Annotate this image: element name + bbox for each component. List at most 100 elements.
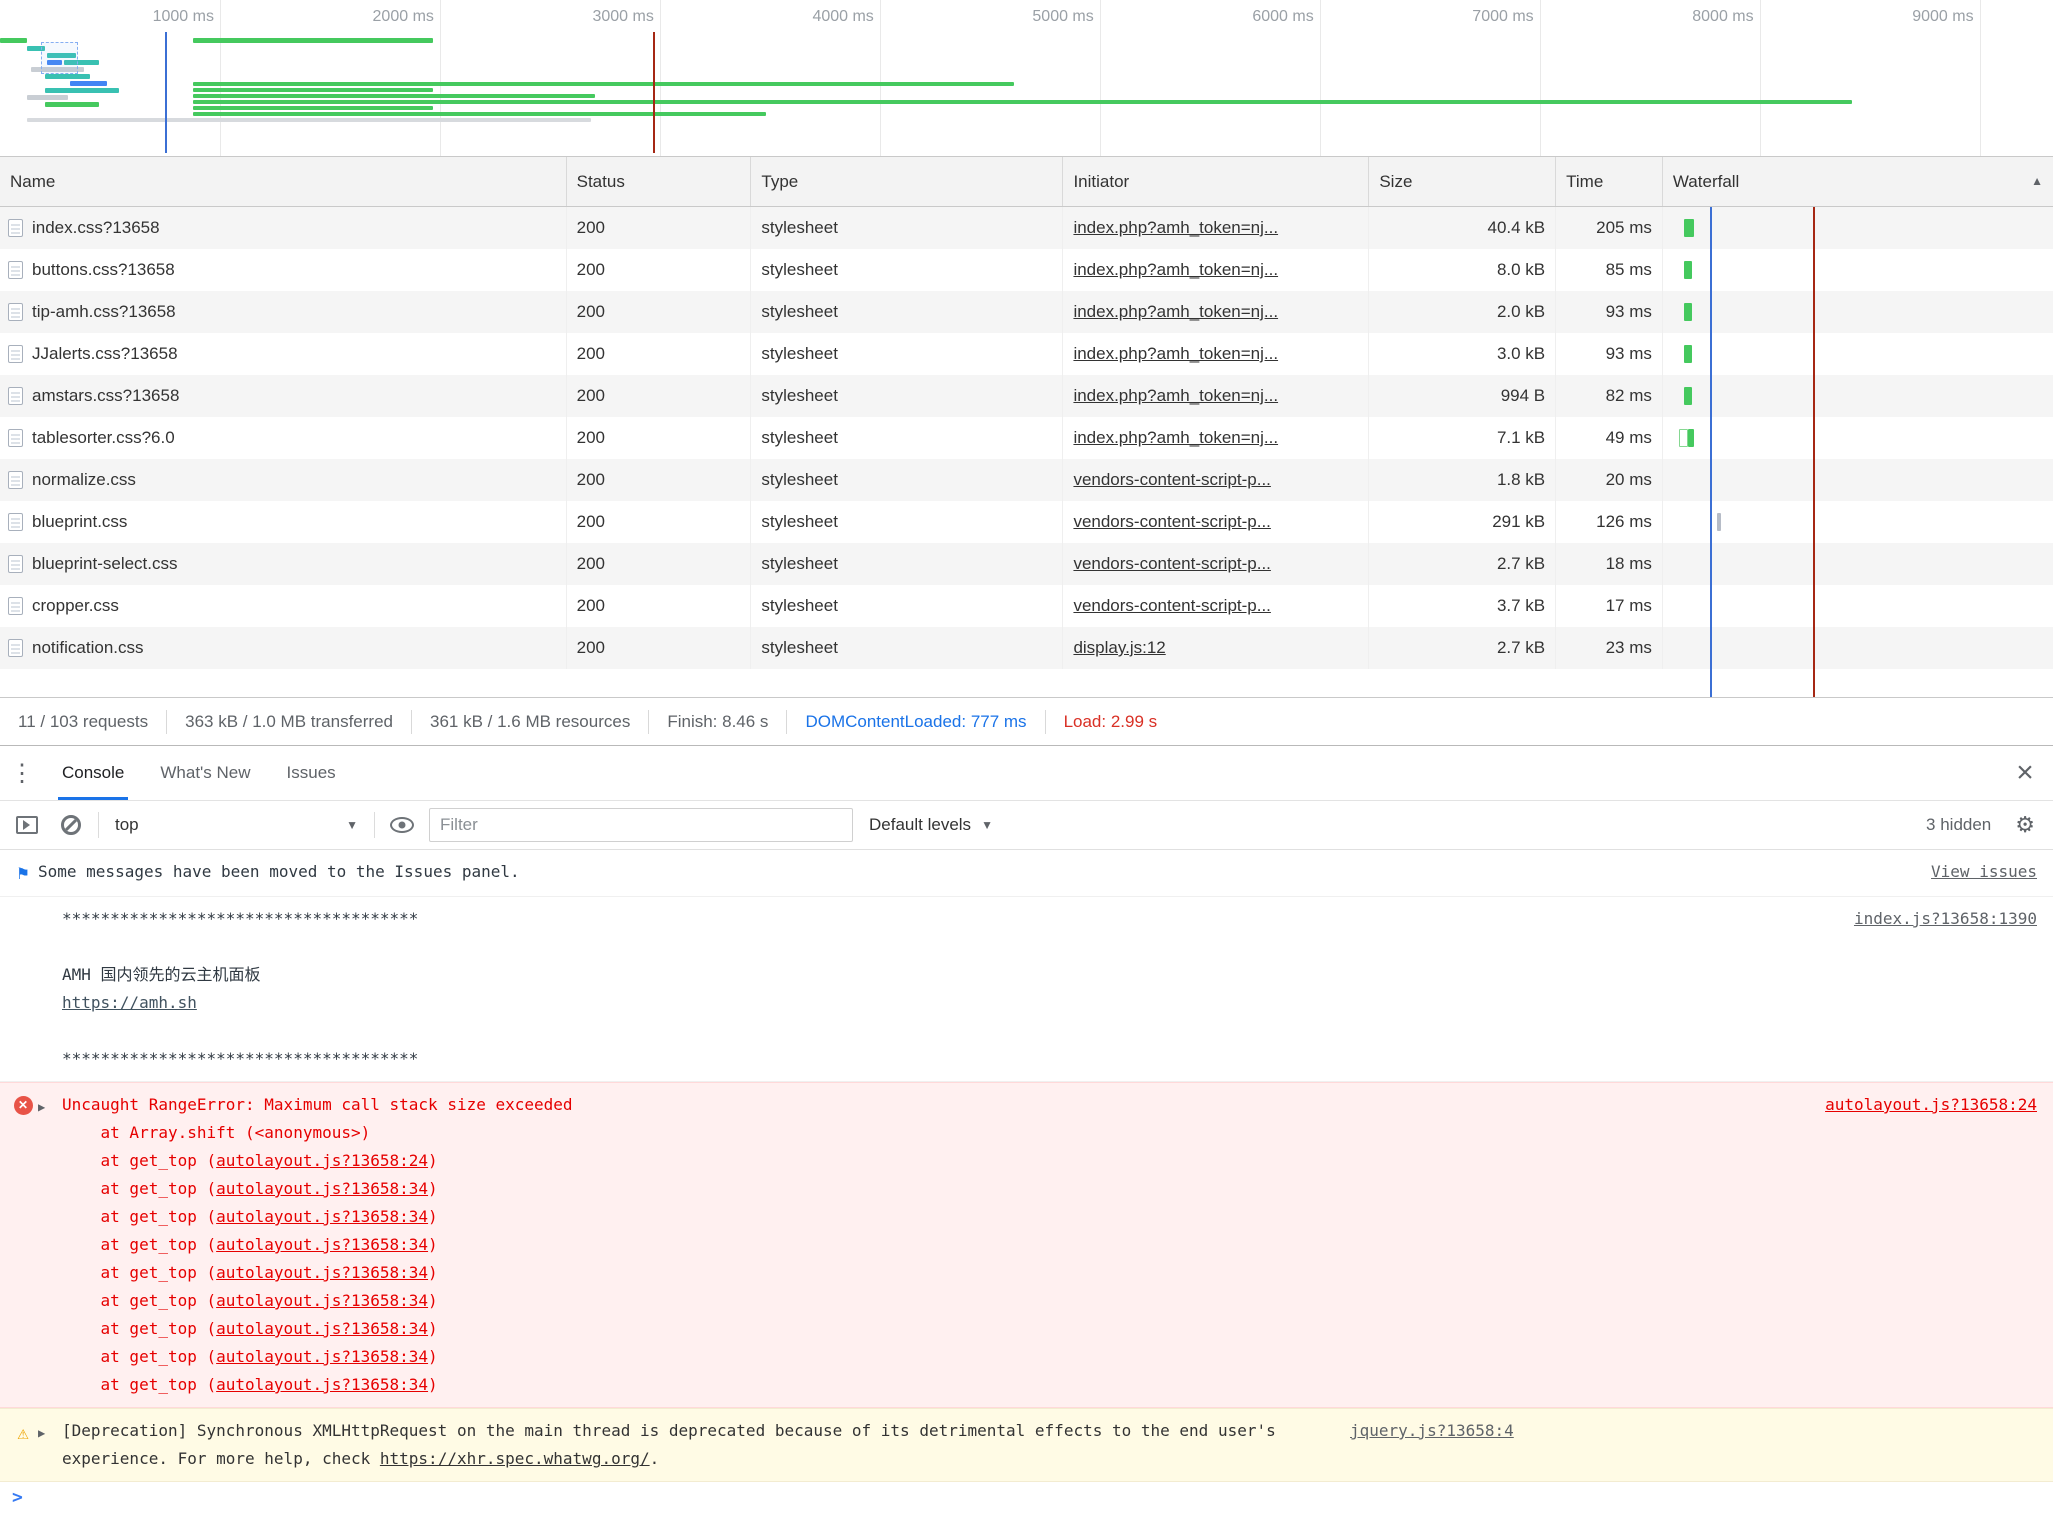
table-row[interactable]: blueprint.css200stylesheetvendors-conten… [0, 501, 2053, 543]
initiator-link[interactable]: index.php?amh_token=nj... [1073, 386, 1278, 405]
live-expression-button[interactable] [385, 808, 419, 842]
table-row[interactable]: tip-amh.css?13658200stylesheetindex.php?… [0, 291, 2053, 333]
table-row[interactable]: JJalerts.css?13658200stylesheetindex.php… [0, 333, 2053, 375]
waterfall-cell [1663, 417, 2053, 459]
initiator-link[interactable]: index.php?amh_token=nj... [1073, 428, 1278, 447]
time-cell: 23 ms [1556, 627, 1663, 669]
status-cell: 200 [567, 207, 752, 249]
column-header-time[interactable]: Time [1556, 157, 1663, 206]
load-event-line [653, 32, 655, 153]
file-icon [8, 429, 23, 447]
table-row[interactable]: normalize.css200stylesheetvendors-conten… [0, 459, 2053, 501]
column-header-size[interactable]: Size [1369, 157, 1556, 206]
time-cell: 85 ms [1556, 249, 1663, 291]
hidden-messages-count[interactable]: 3 hidden [1926, 815, 1991, 835]
initiator-link[interactable]: index.php?amh_token=nj... [1073, 260, 1278, 279]
tab-issues[interactable]: Issues [283, 746, 340, 800]
request-name: notification.css [32, 627, 144, 669]
file-icon [8, 597, 23, 615]
initiator-link[interactable]: vendors-content-script-p... [1073, 596, 1270, 615]
stack-source-link[interactable]: autolayout.js?13658:24 [216, 1151, 428, 1170]
initiator-link[interactable]: index.php?amh_token=nj... [1073, 344, 1278, 363]
network-summary-bar: 11 / 103 requests363 kB / 1.0 MB transfe… [0, 697, 2053, 745]
log-levels-dropdown[interactable]: Default levels ▼ [863, 815, 999, 835]
prompt-chevron-icon: > [12, 1487, 23, 1508]
table-row[interactable]: buttons.css?13658200stylesheetindex.php?… [0, 249, 2053, 291]
console-messages: ⚑ Some messages have been moved to the I… [0, 850, 2053, 1516]
stack-source-link[interactable]: autolayout.js?13658:34 [216, 1235, 428, 1254]
stack-frame: at get_top (autolayout.js?13658:34) [62, 1315, 1807, 1343]
tab-what-s-new[interactable]: What's New [156, 746, 254, 800]
view-issues-link[interactable]: View issues [1931, 862, 2037, 881]
initiator-link[interactable]: display.js:12 [1073, 638, 1165, 657]
table-row[interactable]: index.css?13658200stylesheetindex.php?am… [0, 207, 2053, 249]
stack-frame: at get_top (autolayout.js?13658:34) [62, 1259, 1807, 1287]
stack-frame: at get_top (autolayout.js?13658:34) [62, 1371, 1807, 1399]
drawer-tab-strip: ⋮ Console What's New Issues × [0, 745, 2053, 800]
overview-request-bar [193, 112, 766, 116]
column-header-waterfall[interactable]: Waterfall▲ [1663, 157, 2053, 206]
time-tick-label: 1000 ms [0, 0, 220, 34]
network-overview[interactable]: 1000 ms2000 ms3000 ms4000 ms5000 ms6000 … [0, 0, 2053, 157]
overview-request-bar [27, 118, 592, 122]
type-cell: stylesheet [751, 291, 1063, 333]
stack-source-link[interactable]: autolayout.js?13658:34 [216, 1347, 428, 1366]
gear-icon[interactable]: ⚙ [2015, 812, 2035, 838]
overview-request-bar [193, 38, 433, 43]
initiator-link[interactable]: vendors-content-script-p... [1073, 512, 1270, 531]
table-row[interactable]: tablesorter.css?6.0200stylesheetindex.ph… [0, 417, 2053, 459]
console-sidebar-toggle-button[interactable] [10, 808, 44, 842]
initiator-link[interactable]: index.php?amh_token=nj... [1073, 218, 1278, 237]
warning-source-link[interactable]: jquery.js?13658:4 [1350, 1421, 1514, 1440]
overview-request-bar [27, 95, 68, 100]
console-link[interactable]: https://amh.sh [62, 993, 197, 1012]
error-source-link[interactable]: autolayout.js?13658:24 [1825, 1095, 2037, 1114]
console-prompt[interactable]: > [0, 1482, 2053, 1508]
table-row[interactable]: amstars.css?13658200stylesheetindex.php?… [0, 375, 2053, 417]
type-cell: stylesheet [751, 333, 1063, 375]
stack-source-link[interactable]: autolayout.js?13658:34 [216, 1375, 428, 1394]
table-row[interactable]: blueprint-select.css200stylesheetvendors… [0, 543, 2053, 585]
overview-request-bar [45, 88, 119, 93]
column-header-name[interactable]: Name [0, 157, 567, 206]
sidebar-split-icon [16, 816, 38, 834]
file-icon [8, 639, 23, 657]
log-source-link[interactable]: index.js?13658:1390 [1854, 909, 2037, 928]
column-header-type[interactable]: Type [751, 157, 1063, 206]
summary-item: 361 kB / 1.6 MB resources [412, 710, 649, 734]
initiator-link[interactable]: vendors-content-script-p... [1073, 470, 1270, 489]
file-icon [8, 345, 23, 363]
stack-source-link[interactable]: autolayout.js?13658:34 [216, 1179, 428, 1198]
warning-text: [Deprecation] Synchronous XMLHttpRequest… [62, 1417, 1332, 1473]
tab-console[interactable]: Console [58, 746, 128, 800]
javascript-context-selector[interactable]: top ▼ [109, 815, 364, 835]
close-icon[interactable]: × [1997, 746, 2053, 800]
request-name: JJalerts.css?13658 [32, 333, 178, 375]
initiator-link[interactable]: vendors-content-script-p... [1073, 554, 1270, 573]
stack-source-link[interactable]: autolayout.js?13658:34 [216, 1263, 428, 1282]
domcontentloaded-line [165, 32, 167, 153]
overview-request-bar [0, 38, 27, 43]
column-header-initiator[interactable]: Initiator [1063, 157, 1369, 206]
initiator-link[interactable]: index.php?amh_token=nj... [1073, 302, 1278, 321]
time-cell: 126 ms [1556, 501, 1663, 543]
column-header-status[interactable]: Status [567, 157, 752, 206]
spec-link[interactable]: https://xhr.spec.whatwg.org/ [380, 1449, 650, 1468]
console-log-line: ************************************* [62, 905, 1836, 933]
status-cell: 200 [567, 543, 752, 585]
request-name: index.css?13658 [32, 207, 160, 249]
console-filter-input[interactable] [429, 808, 853, 842]
expand-triangle-icon[interactable]: ▶ [38, 1417, 62, 1447]
stack-source-link[interactable]: autolayout.js?13658:34 [216, 1291, 428, 1310]
table-row[interactable]: notification.css200stylesheetdisplay.js:… [0, 627, 2053, 669]
stack-source-link[interactable]: autolayout.js?13658:34 [216, 1319, 428, 1338]
table-row[interactable]: cropper.css200stylesheetvendors-content-… [0, 585, 2053, 627]
overview-selection[interactable] [41, 42, 78, 74]
time-tick-label: 9000 ms [1760, 0, 1980, 34]
clear-console-button[interactable] [54, 808, 88, 842]
expand-triangle-icon[interactable]: ▶ [38, 1091, 62, 1121]
kebab-menu-icon[interactable]: ⋮ [0, 746, 44, 800]
stack-source-link[interactable]: autolayout.js?13658:34 [216, 1207, 428, 1226]
file-icon [8, 219, 23, 237]
time-tick-label: 8000 ms [1540, 0, 1760, 34]
